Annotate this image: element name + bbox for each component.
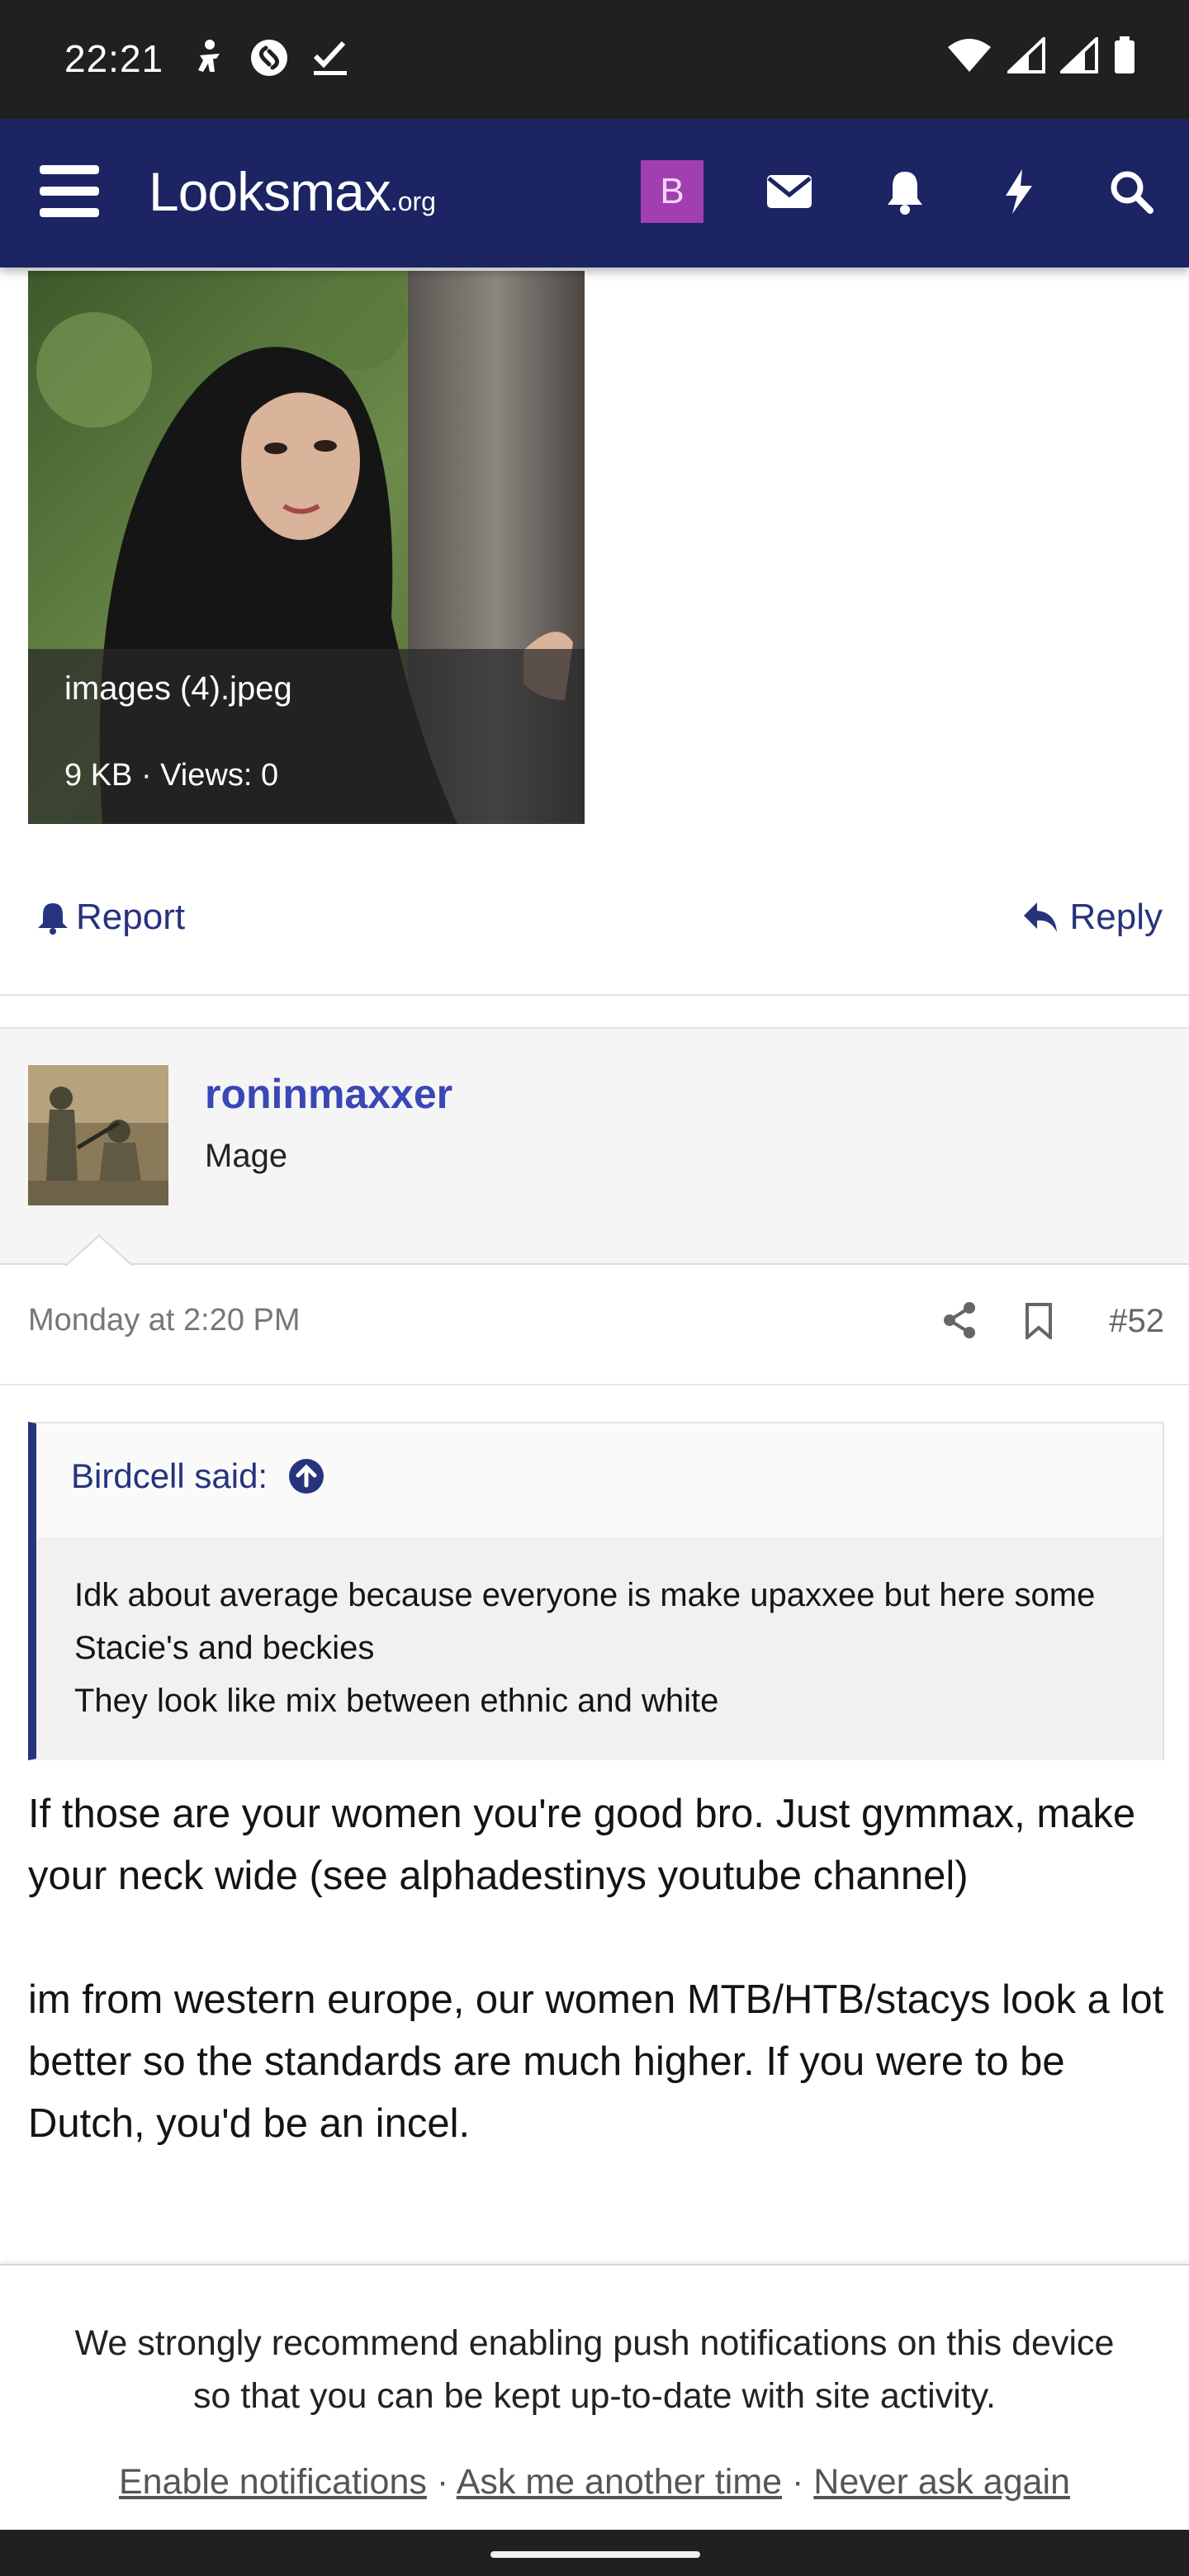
home-gesture-handle[interactable] <box>490 2551 700 2558</box>
status-time: 22:21 <box>64 37 164 80</box>
quote-author[interactable]: Birdcell said: <box>71 1456 268 1496</box>
arrow-up-circle-icon[interactable] <box>287 1457 325 1495</box>
user-pointer <box>66 1237 132 1267</box>
quote-block: Birdcell said: Idk about average because… <box>28 1422 1164 1760</box>
never-ask-link[interactable]: Never ask again <box>813 2462 1070 2502</box>
attachment-meta: 9 KB · Views: 0 <box>64 758 279 793</box>
post-content: If those are your women you're good bro.… <box>28 1783 1168 2217</box>
status-left-icons <box>192 38 348 82</box>
enable-notifications-link[interactable]: Enable notifications <box>119 2462 427 2502</box>
reply-icon <box>1023 902 1057 932</box>
bell-icon[interactable] <box>879 165 931 218</box>
ask-later-link[interactable]: Ask me another time <box>457 2462 782 2502</box>
report-label: Report <box>76 897 186 937</box>
avatar[interactable] <box>28 1065 168 1205</box>
bell-icon <box>38 903 68 935</box>
check-icon <box>312 40 348 80</box>
attachment-info-overlay: images (4).jpeg 9 KB · Views: 0 <box>28 649 585 824</box>
post-paragraph: If those are your women you're good bro.… <box>28 1792 1136 1898</box>
status-bar: 22:21 <box>0 0 1189 119</box>
notification-message: We strongly recommend enabling push noti… <box>74 2323 1115 2416</box>
site-logo[interactable]: Looksmax.org <box>149 160 436 223</box>
link-separator: · <box>782 2462 814 2502</box>
post-user-block: roninmaxxer Mage <box>0 1027 1189 1267</box>
bookmark-icon[interactable] <box>1024 1303 1054 1343</box>
search-icon[interactable] <box>1105 165 1158 218</box>
post-divider <box>0 994 1189 996</box>
battery-icon <box>1113 36 1136 78</box>
post-paragraph: im from western europe, our women MTB/HT… <box>28 1977 1164 2146</box>
mail-icon[interactable] <box>763 165 816 218</box>
menu-icon[interactable] <box>40 165 99 218</box>
attachment-filename: images (4).jpeg <box>64 670 292 707</box>
user-title: Mage <box>205 1138 288 1174</box>
attachment-thumbnail[interactable]: images (4).jpeg 9 KB · Views: 0 <box>28 271 585 824</box>
share-icon[interactable] <box>941 1301 978 1343</box>
post-date[interactable]: Monday at 2:20 PM <box>28 1303 301 1338</box>
quote-body: Idk about average because everyone is ma… <box>36 1537 1163 1760</box>
signal-icon <box>1005 35 1045 78</box>
user-avatar-button[interactable]: B <box>641 160 703 223</box>
notification-links: Enable notifications · Ask me another ti… <box>0 2462 1189 2503</box>
quote-line: They look like mix between ethnic and wh… <box>74 1683 719 1719</box>
bolt-icon[interactable] <box>992 165 1045 218</box>
post-number[interactable]: #52 <box>1109 1303 1164 1340</box>
quote-line: Idk about average because everyone is ma… <box>74 1577 1096 1666</box>
post-meta-divider <box>0 1384 1189 1385</box>
status-right-icons <box>946 35 1136 78</box>
push-notification-banner: We strongly recommend enabling push noti… <box>0 2264 1189 2530</box>
link-separator: · <box>426 2462 457 2502</box>
report-button[interactable]: Report <box>36 897 185 938</box>
signal-icon <box>1058 35 1098 78</box>
reply-label: Reply <box>1069 897 1163 937</box>
wifi-icon <box>946 37 992 78</box>
reply-button[interactable]: Reply <box>1022 897 1163 938</box>
shazam-icon <box>249 38 289 82</box>
username-link[interactable]: roninmaxxer <box>205 1070 452 1118</box>
accessibility-icon <box>192 39 226 81</box>
system-nav-bar <box>0 2530 1189 2576</box>
quote-header[interactable]: Birdcell said: <box>71 1456 325 1496</box>
site-header: Looksmax.org B <box>0 119 1189 268</box>
